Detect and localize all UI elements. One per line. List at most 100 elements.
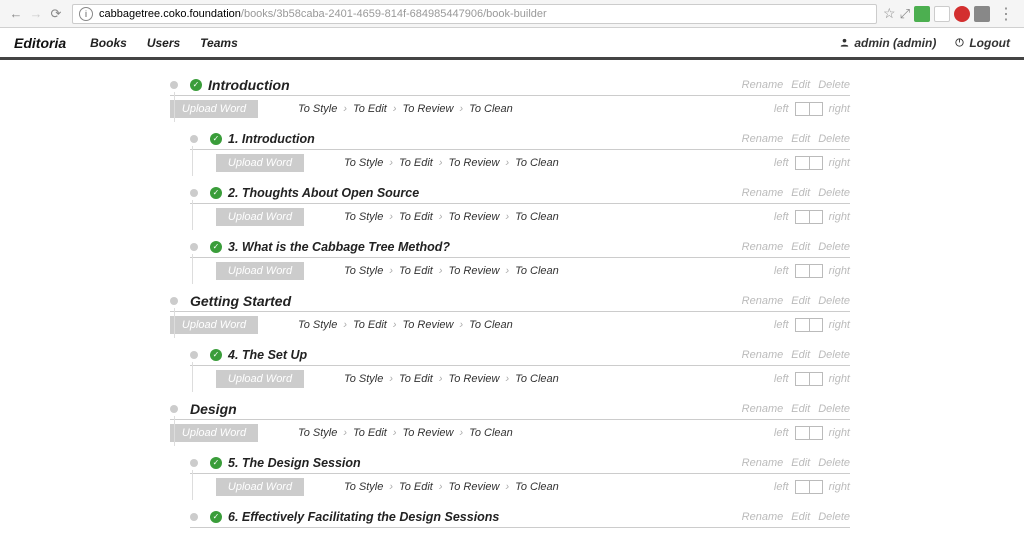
workflow-step[interactable]: To Style [344,265,383,277]
workflow-step[interactable]: To Review [449,373,500,385]
upload-word-button[interactable]: Upload Word [216,154,304,172]
workflow-step[interactable]: To Review [403,319,454,331]
workflow-step[interactable]: To Style [298,319,337,331]
workflow-step[interactable]: To Edit [399,211,433,223]
delete-button[interactable]: Delete [818,403,850,415]
workflow-step[interactable]: To Clean [515,373,559,385]
rename-button[interactable]: Rename [742,403,784,415]
drag-handle-icon[interactable] [190,513,198,521]
workflow-step[interactable]: To Style [344,211,383,223]
workflow-step[interactable]: To Style [344,481,383,493]
reload-button[interactable]: ⟳ [46,4,66,24]
align-toggle[interactable] [795,318,823,332]
nav-books[interactable]: Books [90,36,127,50]
align-toggle[interactable] [795,156,823,170]
delete-button[interactable]: Delete [818,295,850,307]
workflow-step[interactable]: To Style [344,157,383,169]
chapter-title[interactable]: 1. Introduction [228,132,315,146]
extension-icon[interactable] [914,6,930,22]
part-title[interactable]: Introduction [208,77,290,93]
edit-button[interactable]: Edit [791,295,810,307]
site-info-icon[interactable]: i [79,7,93,21]
nav-users[interactable]: Users [147,36,180,50]
align-toggle[interactable] [795,372,823,386]
part-title[interactable]: Design [190,401,237,417]
extension-icon[interactable] [974,6,990,22]
workflow-step[interactable]: To Review [449,481,500,493]
workflow-step[interactable]: To Review [449,265,500,277]
workflow-step[interactable]: To Clean [469,103,513,115]
delete-button[interactable]: Delete [818,187,850,199]
drag-handle-icon[interactable] [190,243,198,251]
workflow-step[interactable]: To Review [449,157,500,169]
rename-button[interactable]: Rename [742,133,784,145]
delete-button[interactable]: Delete [818,241,850,253]
upload-word-button[interactable]: Upload Word [216,478,304,496]
rename-button[interactable]: Rename [742,79,784,91]
rename-button[interactable]: Rename [742,511,784,523]
forward-button[interactable]: → [26,4,46,24]
chapter-title[interactable]: 2. Thoughts About Open Source [228,186,419,200]
workflow-step[interactable]: To Style [298,103,337,115]
workflow-step[interactable]: To Edit [353,427,387,439]
chapter-title[interactable]: 3. What is the Cabbage Tree Method? [228,240,450,254]
drag-handle-icon[interactable] [170,405,178,413]
workflow-step[interactable]: To Review [403,427,454,439]
workflow-step[interactable]: To Edit [353,103,387,115]
edit-button[interactable]: Edit [791,79,810,91]
drag-handle-icon[interactable] [190,135,198,143]
back-button[interactable]: ← [6,4,26,24]
chapter-title[interactable]: 5. The Design Session [228,456,361,470]
bookmark-icon[interactable]: ☆ [883,5,896,22]
drag-handle-icon[interactable] [190,351,198,359]
edit-button[interactable]: Edit [791,187,810,199]
drag-handle-icon[interactable] [190,459,198,467]
workflow-step[interactable]: To Edit [399,265,433,277]
part-title[interactable]: Getting Started [190,293,291,309]
browser-menu-icon[interactable]: ⋮ [994,4,1018,24]
rename-button[interactable]: Rename [742,187,784,199]
align-toggle[interactable] [795,480,823,494]
workflow-step[interactable]: To Style [344,373,383,385]
delete-button[interactable]: Delete [818,349,850,361]
adblock-icon[interactable] [954,6,970,22]
upload-word-button[interactable]: Upload Word [170,316,258,334]
delete-button[interactable]: Delete [818,133,850,145]
workflow-step[interactable]: To Edit [399,157,433,169]
extension-icon[interactable] [934,6,950,22]
edit-button[interactable]: Edit [791,511,810,523]
align-toggle[interactable] [795,102,823,116]
rename-button[interactable]: Rename [742,349,784,361]
edit-button[interactable]: Edit [791,133,810,145]
workflow-step[interactable]: To Clean [515,481,559,493]
edit-button[interactable]: Edit [791,241,810,253]
logout-button[interactable]: Logout [954,36,1010,50]
edit-button[interactable]: Edit [791,403,810,415]
rename-button[interactable]: Rename [742,241,784,253]
upload-word-button[interactable]: Upload Word [170,100,258,118]
drag-handle-icon[interactable] [170,297,178,305]
drag-handle-icon[interactable] [170,81,178,89]
edit-button[interactable]: Edit [791,457,810,469]
user-badge[interactable]: admin (admin) [839,36,936,50]
rename-button[interactable]: Rename [742,457,784,469]
workflow-step[interactable]: To Clean [515,265,559,277]
nav-teams[interactable]: Teams [200,36,238,50]
workflow-step[interactable]: To Review [403,103,454,115]
workflow-step[interactable]: To Clean [469,319,513,331]
align-toggle[interactable] [795,210,823,224]
upload-word-button[interactable]: Upload Word [170,424,258,442]
upload-word-button[interactable]: Upload Word [216,262,304,280]
workflow-step[interactable]: To Review [449,211,500,223]
delete-button[interactable]: Delete [818,457,850,469]
delete-button[interactable]: Delete [818,511,850,523]
url-bar[interactable]: i cabbagetree.coko.foundation/books/3b58… [72,4,877,24]
edit-button[interactable]: Edit [791,349,810,361]
align-toggle[interactable] [795,264,823,278]
rename-button[interactable]: Rename [742,295,784,307]
drag-handle-icon[interactable] [190,189,198,197]
upload-word-button[interactable]: Upload Word [216,370,304,388]
zoom-icon[interactable]: ⤢ [900,6,910,22]
chapter-title[interactable]: 4. The Set Up [228,348,307,362]
workflow-step[interactable]: To Style [298,427,337,439]
